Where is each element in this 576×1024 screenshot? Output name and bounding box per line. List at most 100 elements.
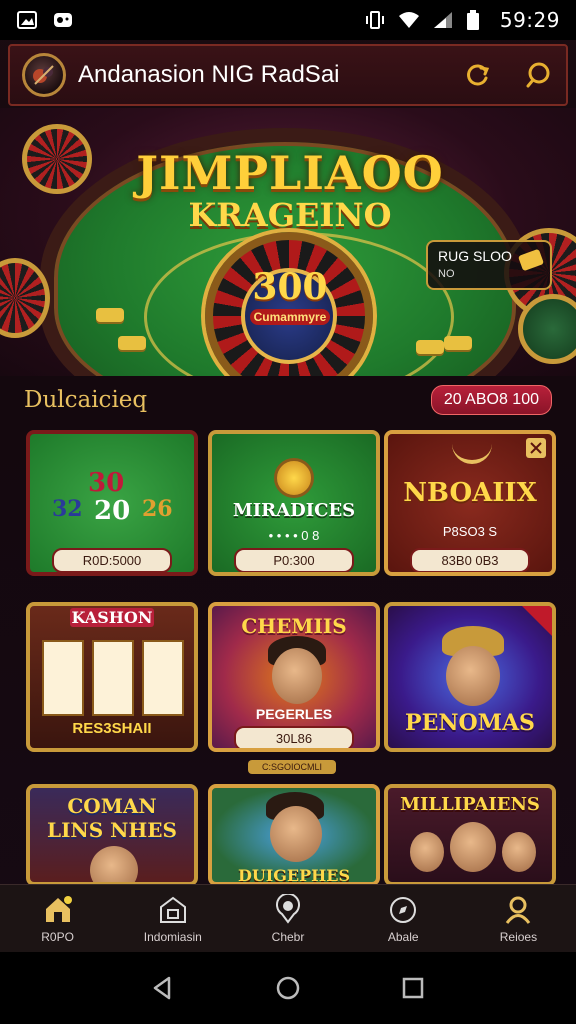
game-card[interactable]: DUIGEPHES (208, 784, 380, 886)
game-card-subtitle: PEGERLES (255, 706, 333, 722)
nav-item-abale[interactable]: Abale (346, 885, 461, 952)
home-icon (42, 894, 74, 926)
game-card-title: MIRADICES (232, 500, 356, 521)
nav-label: Indomiasin (143, 929, 202, 944)
section-header: Dulcaicieq 20 ABO8 100 (0, 380, 576, 420)
jackpot-amount: 300 (252, 266, 328, 308)
back-button[interactable] (145, 970, 181, 1006)
game-card-subtitle: • • • • 0 8 (268, 528, 320, 543)
game-card[interactable]: MIRADICES • • • • 0 8 P0:300 (208, 430, 380, 576)
character-portrait (410, 832, 444, 872)
jackpot-display: 300 Cumammyre (240, 266, 340, 326)
close-icon[interactable] (526, 438, 546, 458)
game-card-pill: P0:300 (234, 548, 354, 572)
slot-number: 32 (52, 496, 83, 522)
app-header: Andanasion NIG RadSai (8, 44, 568, 106)
clock: 59:29 (499, 8, 560, 32)
nav-label: Reioes (499, 929, 538, 944)
back-icon (153, 976, 170, 1000)
game-card-subtitle: P8SO3 S (442, 524, 498, 539)
game-notification-icon (52, 10, 74, 30)
crown-icon (452, 444, 492, 464)
roulette-wheel-topleft-image (22, 124, 92, 194)
slot-number: 20 (94, 496, 131, 526)
bottom-nav: R0PO Indomiasin Chebr Abale Reioes (0, 884, 576, 952)
section-title: Dulcaicieq (24, 387, 148, 413)
hero-banner[interactable]: JIMPLIAOO KRAGEINO 300 Cumammyre RUG SLO… (0, 108, 576, 376)
app-title: Andanasion NIG RadSai (78, 61, 340, 88)
game-card[interactable]: PENOMAS (384, 602, 556, 752)
refresh-icon (467, 64, 490, 86)
character-portrait (450, 822, 496, 872)
recents-icon (403, 977, 424, 999)
slot-number: 26 (142, 496, 173, 522)
game-card[interactable]: CHEMIIS PEGERLES 30L86 (208, 602, 380, 752)
character-portrait (272, 648, 322, 704)
nav-item-reioes[interactable]: Reioes (461, 885, 576, 952)
nav-label: Chebr (271, 929, 305, 944)
gold-coin-icon (274, 458, 314, 498)
status-bar: 59:29 (0, 0, 576, 40)
promo-badge[interactable]: RUG SLOO NO (426, 240, 552, 290)
nav-label: Abale (387, 929, 419, 944)
game-card-title: NBOAIIX (403, 478, 537, 508)
nav-item-indomiasin[interactable]: Indomiasin (115, 885, 230, 952)
game-card[interactable]: NBOAIIX P8SO3 S 83B0 0B3 (384, 430, 556, 576)
character-portrait (90, 846, 138, 882)
game-card-subtitle: RES3SHAII (72, 720, 152, 737)
game-card-pill: R0D:5000 (52, 548, 172, 572)
recents-button[interactable] (395, 970, 431, 1006)
section-badge[interactable]: 20 ABO8 100 (430, 385, 552, 415)
game-card-title: CHEMIIS (241, 614, 347, 638)
home-button[interactable] (270, 970, 306, 1006)
game-card-title: DUIGEPHES (237, 866, 351, 885)
chip-stack-image (518, 294, 576, 364)
corner-ribbon (522, 606, 552, 636)
circle-home-icon (276, 976, 300, 1000)
divider-label: C:SGOIOCMLI (248, 760, 336, 774)
battery-icon (466, 10, 488, 30)
gold-chip (96, 308, 124, 322)
game-card[interactable]: KASHON RES3SHAII (26, 602, 198, 752)
gold-chip (118, 336, 146, 350)
game-card-title: COMAN LINS NHES (47, 794, 177, 842)
bank-icon (157, 894, 189, 926)
game-card[interactable]: COMAN LINS NHES (26, 784, 198, 886)
slot-number: 30 (88, 468, 125, 498)
nav-item-chebr[interactable]: Chebr (230, 885, 345, 952)
hero-title-line1: JIMPLIAOO (136, 146, 444, 200)
nav-item-home[interactable]: R0PO (0, 885, 115, 952)
chat-icon (272, 893, 304, 926)
gold-chip (444, 336, 472, 350)
slot-reel (92, 640, 134, 716)
nav-label: R0PO (41, 929, 74, 944)
character-portrait (446, 646, 500, 706)
slot-reel (142, 640, 184, 716)
compass-icon (387, 894, 419, 926)
signal-icon (432, 10, 454, 30)
app-logo[interactable] (22, 53, 66, 97)
slot-reel (42, 640, 84, 716)
game-card-pill: 30L86 (234, 726, 354, 748)
search-icon (526, 62, 550, 88)
image-notification-icon (16, 10, 38, 30)
wifi-icon (398, 10, 420, 30)
hero-title: JIMPLIAOO KRAGEINO (120, 146, 460, 234)
game-card[interactable]: MILLIPAIENS (384, 784, 556, 886)
game-card-title: KASHON (70, 608, 154, 627)
game-card-pill: 83B0 0B3 (410, 548, 530, 572)
system-nav-bar (0, 952, 576, 1024)
refresh-button[interactable] (462, 59, 494, 91)
gold-chip (416, 340, 444, 354)
character-portrait (502, 832, 536, 872)
game-card-title: MILLIPAIENS (400, 794, 540, 815)
app-screen: 59:29 Andanasion NIG RadSai JIMPLIAOO KR… (0, 0, 576, 1024)
search-button[interactable] (522, 59, 554, 91)
game-card[interactable]: 30 32 20 26 R0D:5000 (26, 430, 198, 576)
jackpot-label: Cumammyre (249, 309, 331, 325)
vibrate-icon (364, 10, 386, 30)
hero-title-line2: KRAGEINO (188, 196, 392, 234)
character-portrait (270, 806, 322, 862)
game-card-title: PENOMAS (405, 710, 535, 736)
profile-icon (502, 894, 534, 926)
